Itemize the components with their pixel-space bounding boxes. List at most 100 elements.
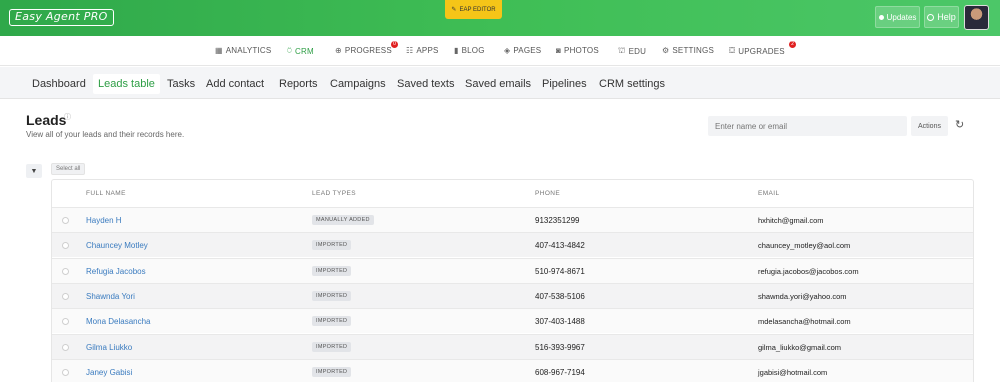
lead-phone: 510-974-8671 — [535, 266, 585, 276]
user-avatar[interactable] — [964, 5, 989, 30]
table-row[interactable]: Chauncey Motley IMPORTED 407-413-4842 chaun… — [52, 232, 973, 258]
help-icon — [927, 13, 935, 21]
sub-nav-campaigns[interactable]: Campaigns — [330, 78, 386, 90]
column-header-email[interactable]: EMAIL — [758, 190, 780, 197]
nav-item-progress[interactable]: ⊕ PROGRESS — [335, 46, 392, 55]
blog-icon: ▮ — [454, 46, 459, 55]
page-subtitle: View all of your leads and their records… — [26, 130, 185, 139]
table-row[interactable]: Refugia Jacobos IMPORTED 510-974-8671 refug… — [52, 257, 973, 283]
search-input[interactable] — [708, 116, 907, 136]
camera-icon: ◙ — [556, 46, 562, 55]
lead-email: mdelasancha@hotmail.com — [758, 317, 851, 327]
nav-item-blog[interactable]: ▮ BLOG — [454, 46, 485, 55]
nav-item-label: APPS — [416, 46, 439, 55]
crm-icon: ⍥ — [287, 46, 292, 55]
nav-item-pages[interactable]: ◈ PAGES — [504, 46, 541, 55]
lead-type-badge: IMPORTED — [312, 316, 352, 327]
lead-type-badge: IMPORTED — [312, 341, 352, 352]
sub-nav-leads-table[interactable]: Leads table — [93, 74, 160, 94]
help-button[interactable]: Help — [924, 6, 959, 28]
lead-phone: 407-413-4842 — [535, 241, 585, 251]
sub-nav-crm-settings[interactable]: CRM settings — [599, 78, 665, 90]
sub-nav-tasks[interactable]: Tasks — [167, 78, 195, 90]
page-title: Leads — [26, 112, 67, 128]
analytics-icon: ▦ — [215, 46, 223, 55]
lead-name-link[interactable]: Shawnda Yori — [86, 292, 135, 301]
nav-item-label: EDU — [628, 46, 647, 56]
filter-icon[interactable]: ▼ — [26, 164, 42, 178]
row-select-radio[interactable] — [62, 217, 69, 224]
row-select-radio[interactable] — [62, 292, 69, 300]
lead-name-link[interactable]: Refugia Jacobos — [86, 267, 146, 276]
lead-type-badge: IMPORTED — [312, 265, 352, 276]
actions-button[interactable]: Actions — [911, 116, 948, 136]
updates-button[interactable]: Updates — [875, 6, 920, 28]
nav-item-settings[interactable]: ⚙ SETTINGS — [662, 46, 714, 55]
lead-name-link[interactable]: Hayden H — [86, 216, 122, 225]
table-row[interactable]: Hayden H MANUALLY ADDED 9132351299 hxhitch@… — [52, 207, 973, 232]
lead-type-badge: IMPORTED — [312, 240, 352, 251]
apps-icon: ☷ — [406, 46, 414, 55]
sub-nav-pipelines[interactable]: Pipelines — [542, 78, 587, 90]
leads-table: FULL NAME LEAD TYPES PHONE EMAIL Hayden … — [51, 179, 974, 382]
sub-nav-saved-emails[interactable]: Saved emails — [465, 78, 531, 90]
lead-phone: 9132351299 — [535, 216, 580, 225]
app-logo[interactable]: Easy Agent PRO — [9, 9, 114, 26]
column-header-lead-types[interactable]: LEAD TYPES — [312, 190, 356, 197]
lead-name-link[interactable]: Chauncey Motley — [86, 241, 148, 250]
row-select-radio[interactable] — [62, 368, 69, 376]
lead-name-link[interactable]: Mona Delasancha — [86, 317, 150, 326]
lead-email: hxhitch@gmail.com — [758, 216, 824, 225]
nav-item-label: SETTINGS — [672, 46, 714, 55]
nav-item-label: PROGRESS — [344, 46, 392, 55]
lead-phone: 516-393-9967 — [535, 342, 585, 352]
row-select-radio[interactable] — [62, 267, 69, 275]
refresh-icon[interactable]: ↻ — [955, 118, 964, 131]
edit-icon: ✎ — [451, 7, 457, 13]
eap-editor-button[interactable]: ✎ EAP EDITOR — [445, 0, 502, 19]
row-select-radio[interactable] — [62, 242, 69, 250]
nav-item-crm[interactable]: ⍥ CRM — [287, 46, 314, 56]
table-row[interactable]: Shawnda Yori IMPORTED 407-538-5106 shawnda.… — [52, 282, 973, 308]
updates-icon — [878, 14, 884, 20]
lead-type-badge: MANUALLY ADDED — [312, 215, 374, 225]
top-header: Easy Agent PRO ✎ EAP EDITOR Updates Help — [0, 0, 1000, 36]
edu-icon: ⛫ — [618, 46, 626, 55]
column-header-full-name[interactable]: FULL NAME — [86, 190, 126, 197]
nav-item-upgrades[interactable]: ⛋ UPGRADES — [729, 46, 785, 56]
sub-nav-reports[interactable]: Reports — [279, 78, 318, 90]
nav-item-photos[interactable]: ◙ PHOTOS — [556, 46, 599, 55]
column-header-phone[interactable]: PHONE — [535, 190, 560, 197]
nav-item-label: PAGES — [513, 46, 542, 55]
info-icon[interactable]: ⓘ — [64, 112, 71, 122]
lead-name-link[interactable]: Janey Gabisi — [86, 368, 132, 377]
table-row[interactable]: Mona Delasancha IMPORTED 307-403-1488 mdela… — [52, 308, 973, 334]
sub-nav-saved-texts[interactable]: Saved texts — [397, 78, 454, 90]
nav-item-analytics[interactable]: ▦ ANALYTICS — [215, 46, 271, 55]
nav-item-label: PHOTOS — [564, 46, 599, 55]
lead-type-badge: IMPORTED — [312, 366, 352, 377]
nav-item-label: ANALYTICS — [225, 46, 272, 55]
gear-icon: ⚙ — [662, 46, 670, 55]
row-select-radio[interactable] — [62, 343, 69, 351]
lead-email: jgabisi@hotmail.com — [758, 367, 828, 377]
help-label: Help — [937, 12, 956, 22]
notification-badge: 0 — [391, 41, 398, 48]
select-all-button[interactable]: Select all — [51, 163, 86, 175]
nav-item-apps[interactable]: ☷ APPS — [406, 46, 439, 55]
lead-name-link[interactable]: Gilma Liukko — [86, 343, 132, 352]
sub-nav-dashboard[interactable]: Dashboard — [32, 78, 86, 90]
updates-label: Updates — [886, 12, 917, 22]
nav-item-label: CRM — [295, 46, 314, 56]
nav-item-edu[interactable]: ⛫ EDU — [618, 46, 646, 56]
table-row[interactable]: Gilma Liukko IMPORTED 516-393-9967 gilma_li… — [52, 333, 973, 359]
row-select-radio[interactable] — [62, 318, 69, 326]
sub-nav-add-contact[interactable]: Add contact — [206, 78, 264, 90]
nav-item-label: UPGRADES — [738, 46, 785, 56]
table-row[interactable]: Janey Gabisi IMPORTED 608-967-7194 jgabisi@… — [52, 358, 973, 382]
upgrades-icon: ⛋ — [729, 46, 736, 55]
lead-email: chauncey_motley@aol.com — [758, 241, 851, 251]
lead-email: refugia.jacobos@jacobos.com — [758, 266, 859, 276]
lead-phone: 307-403-1488 — [535, 317, 585, 327]
pages-icon: ◈ — [504, 46, 511, 55]
